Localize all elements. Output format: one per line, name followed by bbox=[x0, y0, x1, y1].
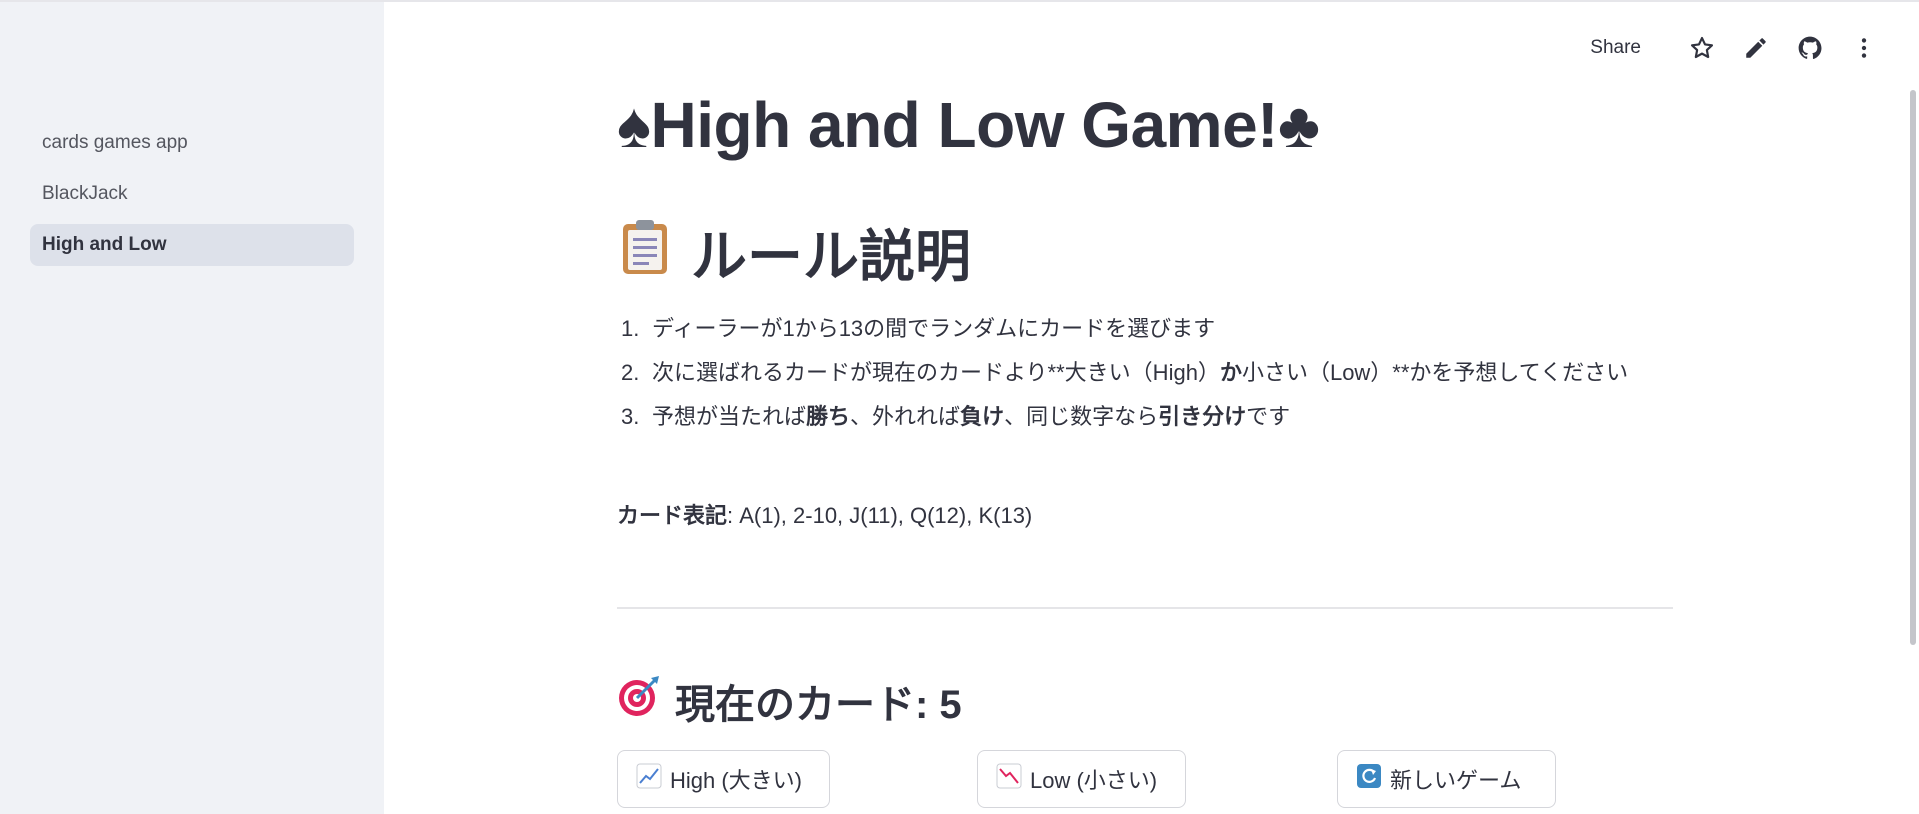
rule-text: 次に選ばれるカードが現在のカードより**大きい（High） bbox=[652, 360, 1220, 385]
rule-number: 2. bbox=[621, 360, 640, 385]
rule-bold-text: か bbox=[1219, 360, 1242, 385]
github-icon[interactable] bbox=[1783, 28, 1837, 68]
rules-heading-text: ルール説明 bbox=[691, 225, 971, 288]
page-title: ♠High and Low Game!♣ bbox=[617, 89, 1320, 161]
current-card-heading: 現在のカード: 5 bbox=[617, 672, 962, 730]
header-toolbar: Share bbox=[1590, 28, 1891, 68]
rule-number: 1. bbox=[621, 316, 640, 341]
rules-list: 1. ディーラーが1から13の間でランダムにカードを選びます 2. 次に選ばれる… bbox=[617, 310, 1677, 442]
sidebar-item-high-and-low[interactable]: High and Low bbox=[30, 224, 354, 266]
low-button[interactable]: Low (小さい) bbox=[977, 750, 1186, 808]
new-game-button-label: 新しいゲーム bbox=[1390, 768, 1522, 793]
more-vert-icon[interactable] bbox=[1837, 28, 1891, 68]
sidebar: cards games app BlackJack High and Low bbox=[0, 2, 384, 814]
sidebar-item-cards-games-app[interactable]: cards games app bbox=[30, 122, 354, 164]
share-button[interactable]: Share bbox=[1590, 37, 1641, 59]
refresh-icon bbox=[1356, 763, 1382, 795]
low-button-label: Low (小さい) bbox=[1030, 768, 1158, 793]
high-button-label: High (大きい) bbox=[670, 768, 803, 793]
current-card-text: 現在のカード: 5 bbox=[675, 683, 962, 727]
rule-number: 3. bbox=[621, 404, 640, 429]
rule-item-2: 2. 次に選ばれるカードが現在のカードより**大きい（High）か小さい（Low… bbox=[617, 354, 1677, 392]
new-game-button[interactable]: 新しいゲーム bbox=[1337, 750, 1556, 808]
pencil-icon[interactable] bbox=[1729, 28, 1783, 68]
app-root: cards games app BlackJack High and Low S… bbox=[0, 0, 1919, 814]
chart-up-icon bbox=[636, 763, 662, 795]
clipboard-icon bbox=[617, 216, 673, 289]
rule-bold-text: 引き分け bbox=[1158, 404, 1247, 429]
rule-text: 小さい（Low）**かを予想してください bbox=[1241, 360, 1629, 385]
high-button[interactable]: High (大きい) bbox=[617, 750, 830, 808]
divider bbox=[617, 607, 1673, 609]
card-notation-value: : A(1), 2-10, J(11), Q(12), K(13) bbox=[727, 503, 1033, 528]
rule-bold-text: 勝ち bbox=[806, 404, 851, 429]
rule-text: 予想が当たれば bbox=[652, 404, 807, 429]
card-notation-label: カード表記 bbox=[617, 503, 728, 528]
rule-text: 、外れれば bbox=[850, 404, 961, 429]
sidebar-nav: cards games app BlackJack High and Low bbox=[30, 122, 354, 275]
rule-item-1: 1. ディーラーが1から13の間でランダムにカードを選びます bbox=[617, 310, 1677, 348]
rule-item-3: 3. 予想が当たれば勝ち、外れれば負け、同じ数字なら引き分けです bbox=[617, 398, 1677, 436]
rule-text: 、同じ数字なら bbox=[1004, 404, 1159, 429]
rule-text: です bbox=[1246, 404, 1291, 429]
rule-text: ディーラーが1から13の間でランダムにカードを選びます bbox=[652, 316, 1216, 341]
scrollbar[interactable] bbox=[1910, 90, 1916, 645]
chart-down-icon bbox=[996, 763, 1022, 795]
card-notation: カード表記: A(1), 2-10, J(11), Q(12), K(13) bbox=[617, 498, 1032, 530]
rule-bold-text: 負け bbox=[960, 404, 1005, 429]
star-icon[interactable] bbox=[1675, 28, 1729, 68]
sidebar-item-blackjack[interactable]: BlackJack bbox=[30, 173, 354, 215]
rules-heading: ルール説明 bbox=[617, 212, 971, 293]
target-icon bbox=[617, 674, 661, 728]
